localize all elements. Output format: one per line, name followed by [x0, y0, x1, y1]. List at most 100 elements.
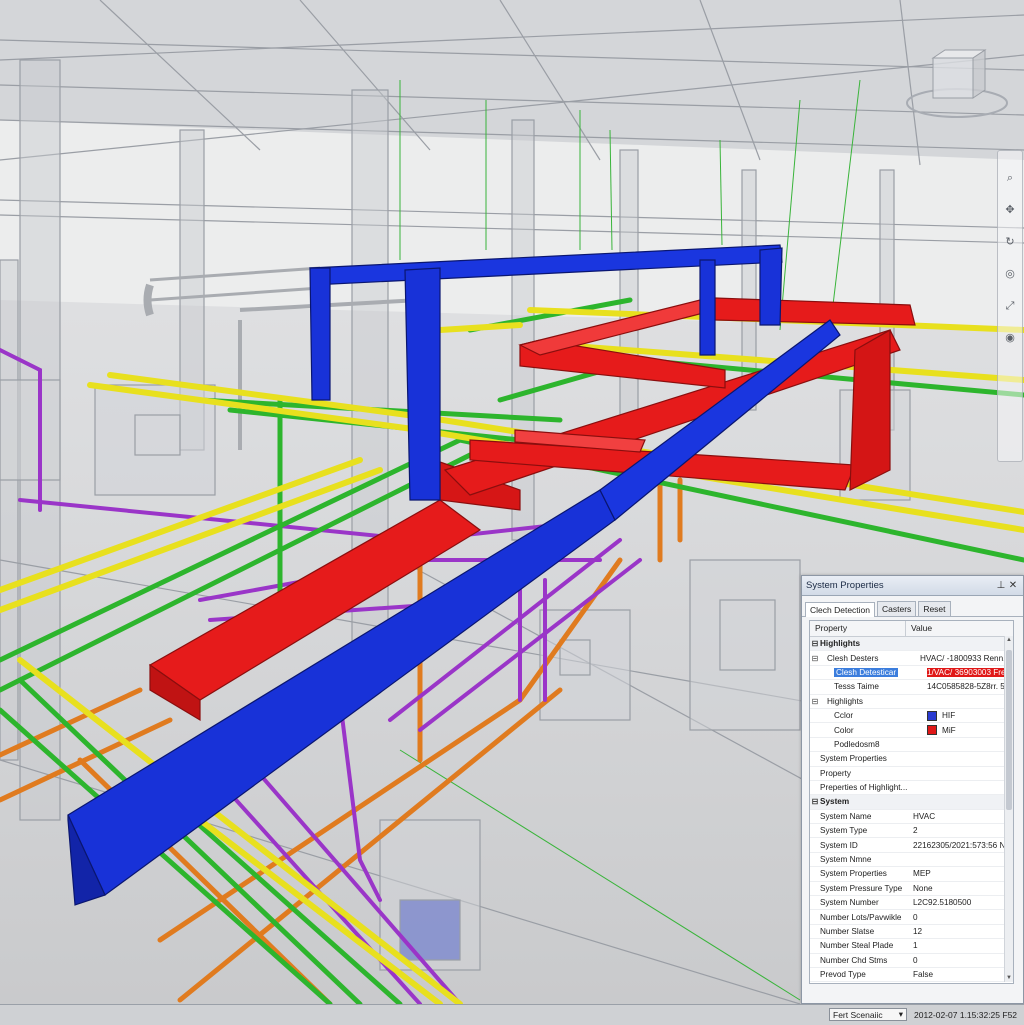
collapse-toggle-icon[interactable]: ⊟ [810, 697, 820, 706]
property-value: 0 [913, 913, 1013, 922]
property-key: System Nmne [820, 855, 913, 864]
property-key: Property [820, 769, 913, 778]
property-key-text: Tesss Taime [834, 682, 879, 692]
property-value-text: None [913, 883, 933, 893]
property-value-text: 2 [913, 826, 918, 836]
property-key: System [820, 797, 913, 806]
property-row[interactable]: System Nmne [810, 853, 1013, 868]
property-value: HVAC/ -1800933 Renn. N... [920, 654, 1013, 663]
property-row[interactable]: ⊟ Clesh Desters HVAC/ -1800933 Renn. N... [810, 651, 1013, 666]
pin-icon[interactable]: ⊥ [995, 580, 1007, 591]
property-key-text: Number Slatse [820, 927, 875, 936]
property-row[interactable]: System Number L2C92.5180500 [810, 896, 1013, 911]
chevron-down-icon: ▾ [898, 1009, 903, 1019]
column-header-value: Value [911, 623, 933, 633]
property-value: 22162305/2021:573:56 N... [913, 841, 1013, 850]
property-key-text: Cclor [834, 711, 854, 721]
property-key-text: System [820, 797, 850, 807]
color-swatch[interactable] [927, 710, 937, 721]
vertical-scrollbar[interactable]: ▲ ▼ [1004, 636, 1013, 982]
property-value: L2C92.5180500 [913, 898, 1013, 907]
property-row[interactable]: Cclor HIF [810, 709, 1013, 724]
collapse-toggle-icon[interactable]: ⊟ [810, 797, 820, 806]
property-row[interactable]: Number Steal Plade 1 [810, 939, 1013, 954]
property-value-text: 1/VAC/ 36903003 Frenn. N... [927, 667, 1013, 677]
extents-icon[interactable]: ⤢ [1003, 299, 1017, 313]
property-value-text: MEP [913, 869, 931, 879]
property-key-text: System Pressure Type [820, 883, 903, 893]
property-value: MiF [927, 725, 1013, 736]
zoom-icon[interactable]: ⌕ [1003, 171, 1017, 185]
look-icon[interactable]: ◉ [1003, 331, 1017, 345]
scroll-down-icon[interactable]: ▼ [1005, 975, 1013, 981]
scroll-up-icon[interactable]: ▲ [1005, 637, 1013, 643]
property-value: 14C0585828-5Z8rr. 5... [927, 682, 1013, 691]
property-row[interactable]: System Name HVAC [810, 810, 1013, 825]
orbit-icon[interactable]: ↻ [1003, 235, 1017, 249]
property-key-text: System Type [820, 826, 868, 836]
property-row[interactable]: Clesh Detesticar 1/VAC/ 36903003 Frenn. N… [810, 666, 1013, 681]
property-value-text: 22162305/2021:573:56 N... [913, 840, 1013, 850]
property-rows: ⊟ Highlights ⊟ Clesh Desters HVAC/ -1800933 … [810, 637, 1013, 983]
panel-title-bar[interactable]: System Properties ⊥ ✕ [802, 576, 1023, 596]
property-row[interactable]: Disension TypeFalse [810, 982, 1013, 983]
steering-wheel-icon[interactable]: ◎ [1003, 267, 1017, 281]
property-row[interactable]: Prevod Type False [810, 968, 1013, 983]
property-grid[interactable]: Property Value ⊟ Highlights ⊟ Clesh Desters… [809, 620, 1014, 984]
property-row[interactable]: Tesss Taime 14C0585828-5Z8rr. 5... [810, 680, 1013, 695]
property-row[interactable]: Color MiF [810, 723, 1013, 738]
property-row[interactable]: System Properties [810, 752, 1013, 767]
tab-clash-detection[interactable]: Clech Detection [805, 602, 876, 617]
property-category-row[interactable]: ⊟ System [810, 795, 1013, 810]
property-value: MEP [913, 869, 1013, 878]
property-value: False [913, 970, 1013, 979]
property-key: System ID [820, 841, 913, 850]
property-value: HIF [927, 710, 1013, 721]
collapse-toggle-icon[interactable]: ⊟ [810, 639, 820, 648]
property-key-text: Number Steal Plade [820, 941, 894, 951]
property-row[interactable]: System ID 22162305/2021:573:56 N... [810, 838, 1013, 853]
property-key: Number Lots/Pavwikle [820, 913, 913, 922]
scenario-dropdown[interactable]: Fert Scenaiic ▾ [829, 1008, 907, 1021]
property-key: Number Slatse [820, 927, 913, 936]
property-key-text: Number Chd Stms [820, 955, 888, 965]
property-key: Clesh Desters [820, 654, 920, 663]
color-swatch[interactable] [927, 725, 937, 736]
property-value-text: HVAC/ -1800933 Renn. N... [920, 653, 1013, 663]
tab-casters[interactable]: Casters [877, 601, 917, 616]
pan-icon[interactable]: ✥ [1003, 203, 1017, 217]
property-row[interactable]: System Pressure Type None [810, 882, 1013, 897]
property-row[interactable]: Podledosm8 [810, 738, 1013, 753]
property-row[interactable]: System Type 2 [810, 824, 1013, 839]
property-key-text: Color [834, 725, 854, 735]
scenario-dropdown-value: Fert Scenaiic [833, 1009, 883, 1020]
property-category-row[interactable]: ⊟ Highlights [810, 637, 1013, 652]
property-row[interactable]: Preperties of Highlight... [810, 781, 1013, 796]
property-row[interactable]: ⊟ Highlights [810, 695, 1013, 709]
property-key: Number Steal Plade [820, 941, 913, 950]
property-row[interactable]: System Properties MEP [810, 867, 1013, 882]
property-key-text: Clesh Detesticar [834, 667, 899, 677]
property-value-text: 0 [913, 912, 918, 922]
property-grid-header: Property Value [810, 621, 1013, 637]
property-key: System Properties [820, 754, 913, 763]
property-row[interactable]: Number Chd Stms 0 [810, 954, 1013, 968]
property-key-text: System ID [820, 840, 858, 850]
collapse-toggle-icon[interactable]: ⊟ [810, 654, 820, 663]
property-value: 1/VAC/ 36903003 Frenn. N... [927, 667, 1013, 677]
property-value-text: 1 [913, 941, 918, 951]
property-key: Highlights [820, 697, 920, 706]
property-value: 1 [913, 941, 1013, 950]
property-key-text: Highlights [827, 696, 863, 706]
property-row[interactable]: Property [810, 767, 1013, 781]
scrollbar-thumb[interactable] [1006, 650, 1012, 810]
close-icon[interactable]: ✕ [1007, 580, 1019, 591]
property-value: HVAC [913, 812, 1013, 821]
property-row[interactable]: Number Slatse 12 [810, 925, 1013, 940]
property-value-text: HVAC [913, 811, 936, 821]
property-key-text: System Properties [820, 869, 887, 879]
property-key: System Name [820, 812, 913, 821]
property-key-text: System Nmne [820, 855, 872, 865]
tab-reset[interactable]: Reset [918, 601, 951, 616]
property-row[interactable]: Number Lots/Pavwikle 0 [810, 910, 1013, 925]
